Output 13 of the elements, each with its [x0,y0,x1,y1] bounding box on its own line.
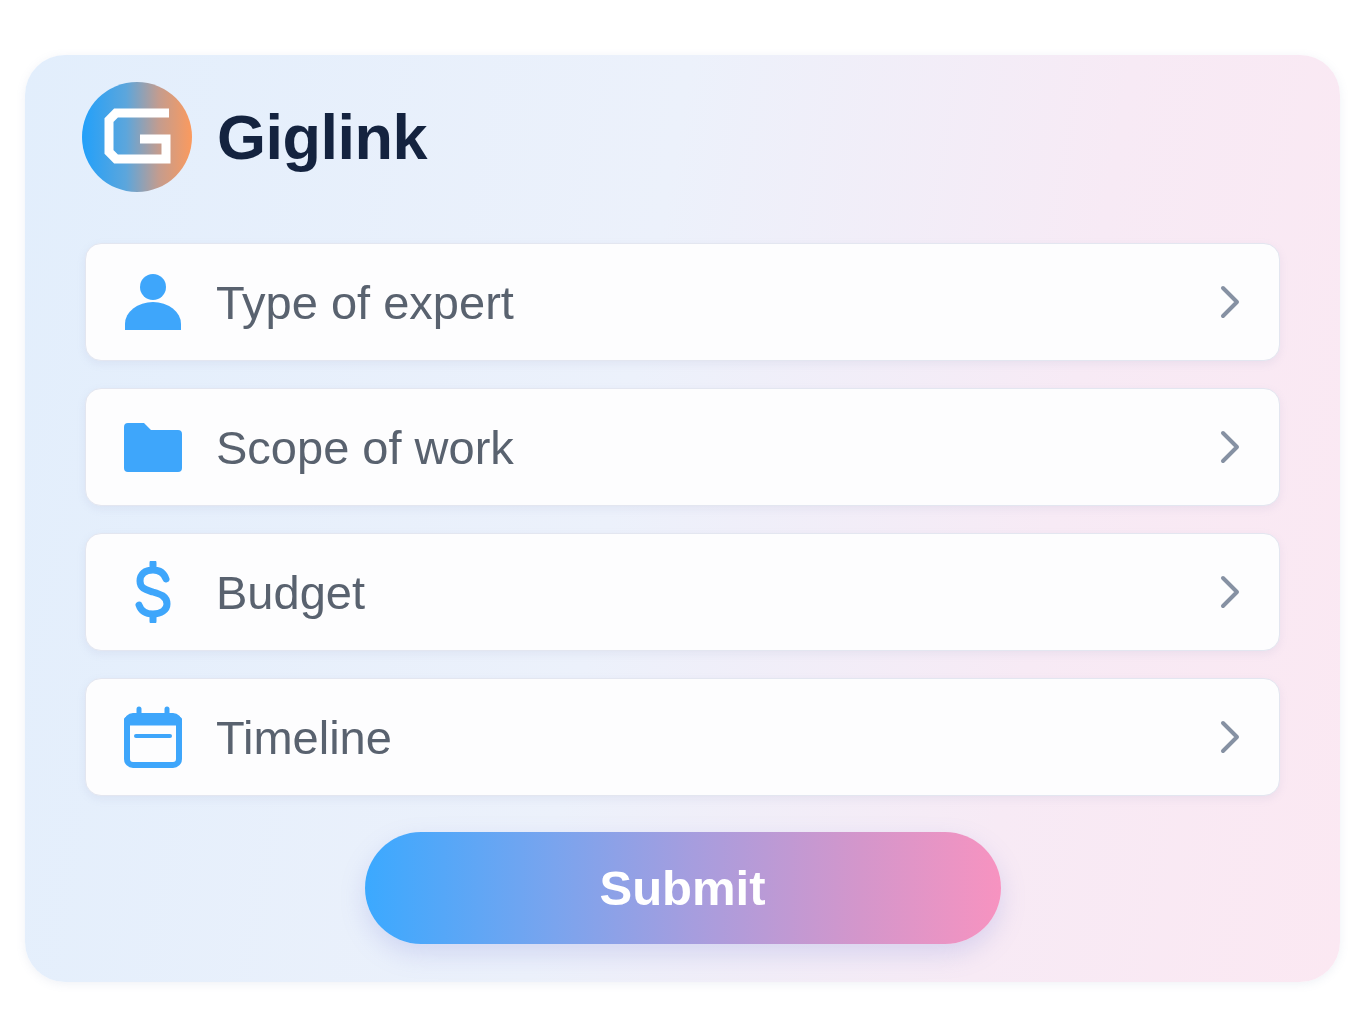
option-button[interactable]: Type of expert [85,243,1280,361]
option-button[interactable]: Scope of work [85,388,1280,506]
folder-icon [124,421,182,473]
option-button[interactable]: Timeline [85,678,1280,796]
calendar-icon [124,706,182,768]
chevron-icon [1219,719,1241,755]
chevron-icon [1219,574,1241,610]
chevron-icon [1219,284,1241,320]
dollar-icon [133,561,173,623]
option-button[interactable]: Budget [85,533,1280,651]
person-icon [124,273,182,331]
chevron-icon [1219,429,1241,465]
logo-icon [82,82,192,192]
